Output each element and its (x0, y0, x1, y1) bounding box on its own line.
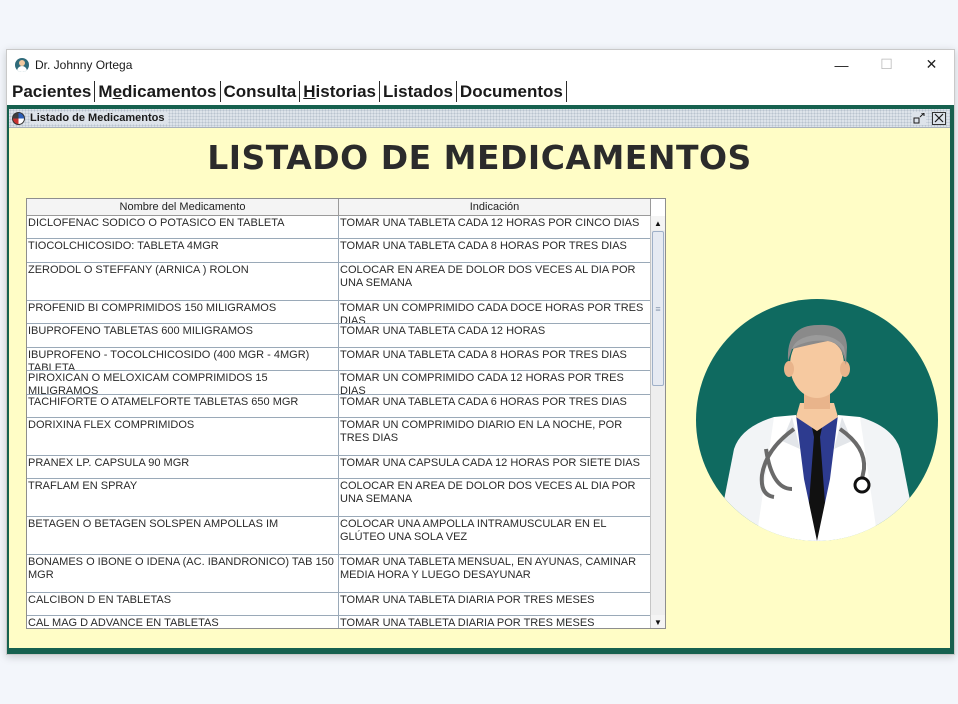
cell-indication[interactable]: TOMAR UNA TABLETA CADA 8 HORAS POR TRES … (339, 239, 651, 262)
cell-indication[interactable]: TOMAR UN COMPRIMIDO CADA DOCE HORAS POR … (339, 301, 651, 323)
cell-medication-name[interactable]: IBUPROFENO TABLETAS 600 MILIGRAMOS (27, 324, 339, 347)
cell-medication-name[interactable]: PIROXICAN O MELOXICAM COMPRIMIDOS 15 MIL… (27, 371, 339, 394)
maximize-button[interactable]: ☐ (864, 50, 909, 79)
cell-indication[interactable]: TOMAR UNA TABLETA DIARIA POR TRES MESES (339, 593, 651, 615)
table-row[interactable]: PROFENID BI COMPRIMIDOS 150 MILIGRAMOS TO… (27, 301, 651, 324)
minimize-button[interactable]: — (819, 50, 864, 79)
table-row[interactable]: TRAFLAM EN SPRAY COLOCAR EN AREA DE DOLOR… (27, 479, 651, 517)
medications-table[interactable]: Nombre del Medicamento Indicación DICLOF… (26, 198, 666, 629)
cell-medication-name[interactable]: IBUPROFENO - TOCOLCHICOSIDO (400 MGR - 4… (27, 348, 339, 370)
cell-indication[interactable]: COLOCAR UNA AMPOLLA INTRAMUSCULAR EN EL … (339, 517, 651, 554)
window-title: Dr. Johnny Ortega (35, 57, 133, 72)
cell-medication-name[interactable]: TIOCOLCHICOSIDO: TABLETA 4MGR (27, 239, 339, 262)
table-row[interactable]: DICLOFENAC SODICO O POTASICO EN TABLETA T… (27, 216, 651, 239)
scroll-thumb[interactable]: ≡ (652, 231, 664, 386)
internal-frame-controls (912, 111, 946, 125)
cell-indication[interactable]: TOMAR UNA TABLETA CADA 12 HORAS (339, 324, 651, 347)
cell-medication-name[interactable]: ZERODOL O STEFFANY (ARNICA ) ROLON (27, 263, 339, 300)
close-button[interactable]: ✕ (909, 50, 954, 79)
menu-pacientes[interactable]: Pacientes (11, 81, 96, 102)
window-controls: — ☐ ✕ (819, 50, 954, 79)
menu-historias[interactable]: Historias (302, 81, 381, 102)
doctor-avatar-illustration (696, 299, 938, 541)
table-row[interactable]: CALCIBON D EN TABLETAS TOMAR UNA TABLETA … (27, 593, 651, 616)
internal-frame: Listado de Medicamentos LISTADO DE MEDIC… (7, 105, 954, 654)
cell-medication-name[interactable]: TRAFLAM EN SPRAY (27, 479, 339, 516)
scroll-up-button[interactable]: ▲ (651, 216, 665, 230)
table-body: DICLOFENAC SODICO O POTASICO EN TABLETA T… (27, 216, 651, 628)
table-row[interactable]: ZERODOL O STEFFANY (ARNICA ) ROLON COLOCA… (27, 263, 651, 301)
table-row[interactable]: IBUPROFENO TABLETAS 600 MILIGRAMOS TOMAR … (27, 324, 651, 348)
menu-bar: Pacientes Medicamentos Consulta Historia… (7, 79, 954, 104)
vertical-scrollbar[interactable]: ▲ ≡ ▼ (650, 216, 665, 628)
medicine-list-icon (12, 111, 25, 125)
restore-icon[interactable] (912, 111, 926, 125)
internal-frame-title-bar[interactable]: Listado de Medicamentos (9, 109, 950, 128)
cell-medication-name[interactable]: BETAGEN O BETAGEN SOLSPEN AMPOLLAS IM (27, 517, 339, 554)
internal-frame-title: Listado de Medicamentos (30, 112, 169, 124)
table-row[interactable]: IBUPROFENO - TOCOLCHICOSIDO (400 MGR - 4… (27, 348, 651, 371)
page-title: LISTADO DE MEDICAMENTOS (207, 138, 752, 177)
cell-medication-name[interactable]: TACHIFORTE O ATAMELFORTE TABLETAS 650 MG… (27, 395, 339, 417)
content-area: LISTADO DE MEDICAMENTOS Nombre del Medic… (9, 128, 950, 648)
menu-listados[interactable]: Listados (382, 81, 457, 102)
table-row[interactable]: DORIXINA FLEX COMPRIMIDOS TOMAR UN COMPRI… (27, 418, 651, 456)
doctor-app-icon (15, 57, 29, 72)
menu-documentos[interactable]: Documentos (459, 81, 567, 102)
cell-indication[interactable]: TOMAR UN COMPRIMIDO DIARIO EN LA NOCHE, … (339, 418, 651, 455)
cell-indication[interactable]: TOMAR UNA TABLETA CADA 6 HORAS POR TRES … (339, 395, 651, 417)
column-header-name[interactable]: Nombre del Medicamento (27, 199, 339, 215)
table-row[interactable]: BONAMES O IBONE O IDENA (AC. IBANDRONICO… (27, 555, 651, 593)
cell-medication-name[interactable]: CALCIBON D EN TABLETAS (27, 593, 339, 615)
cell-indication[interactable]: TOMAR UNA TABLETA DIARIA POR TRES MESES (339, 616, 651, 628)
title-bar[interactable]: Dr. Johnny Ortega — ☐ ✕ (7, 50, 954, 79)
cell-medication-name[interactable]: BONAMES O IBONE O IDENA (AC. IBANDRONICO… (27, 555, 339, 592)
cell-indication[interactable]: TOMAR UNA TABLETA CADA 8 HORAS POR TRES … (339, 348, 651, 370)
cell-indication[interactable]: TOMAR UNA CAPSULA CADA 12 HORAS POR SIET… (339, 456, 651, 478)
table-row[interactable]: CAL MAG D ADVANCE EN TABLETAS TOMAR UNA T… (27, 616, 651, 628)
cell-indication[interactable]: TOMAR UN COMPRIMIDO CADA 12 HORAS POR TR… (339, 371, 651, 394)
table-row[interactable]: TACHIFORTE O ATAMELFORTE TABLETAS 650 MG… (27, 395, 651, 418)
cell-indication[interactable]: TOMAR UNA TABLETA CADA 12 HORAS POR CINC… (339, 216, 651, 238)
cell-indication[interactable]: COLOCAR EN AREA DE DOLOR DOS VECES AL DI… (339, 263, 651, 300)
table-row[interactable]: PRANEX LP. CAPSULA 90 MGR TOMAR UNA CAPSU… (27, 456, 651, 479)
table-row[interactable]: TIOCOLCHICOSIDO: TABLETA 4MGR TOMAR UNA T… (27, 239, 651, 263)
cell-medication-name[interactable]: CAL MAG D ADVANCE EN TABLETAS (27, 616, 339, 628)
close-box-icon[interactable] (932, 111, 946, 125)
cell-indication[interactable]: COLOCAR EN AREA DE DOLOR DOS VECES AL DI… (339, 479, 651, 516)
scroll-down-button[interactable]: ▼ (651, 615, 665, 628)
table-row[interactable]: PIROXICAN O MELOXICAM COMPRIMIDOS 15 MIL… (27, 371, 651, 395)
cell-medication-name[interactable]: DICLOFENAC SODICO O POTASICO EN TABLETA (27, 216, 339, 238)
menu-medicamentos[interactable]: Medicamentos (97, 81, 221, 102)
main-window: Dr. Johnny Ortega — ☐ ✕ Pacientes Medica… (6, 49, 955, 655)
table-header: Nombre del Medicamento Indicación (27, 199, 651, 216)
cell-medication-name[interactable]: DORIXINA FLEX COMPRIMIDOS (27, 418, 339, 455)
table-row[interactable]: BETAGEN O BETAGEN SOLSPEN AMPOLLAS IM COL… (27, 517, 651, 555)
cell-medication-name[interactable]: PRANEX LP. CAPSULA 90 MGR (27, 456, 339, 478)
menu-consulta[interactable]: Consulta (223, 81, 301, 102)
cell-medication-name[interactable]: PROFENID BI COMPRIMIDOS 150 MILIGRAMOS (27, 301, 339, 323)
column-header-indication[interactable]: Indicación (339, 199, 651, 215)
cell-indication[interactable]: TOMAR UNA TABLETA MENSUAL, EN AYUNAS, CA… (339, 555, 651, 592)
